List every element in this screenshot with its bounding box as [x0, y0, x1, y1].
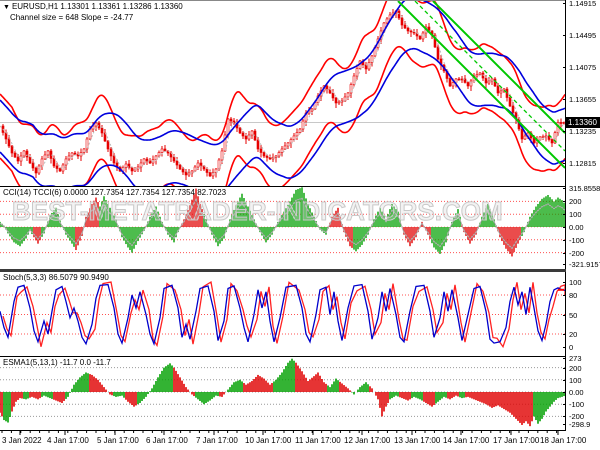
axis-label: 0: [569, 343, 574, 352]
axis-label: 0.00: [569, 223, 584, 232]
time-label: 4 Jan 17:00: [47, 436, 89, 445]
esma-indicator-label: ESMA1(5,13,1) -11.7 0.0 -11.7: [3, 358, 111, 367]
axis-tick: [563, 416, 566, 418]
axis-tick: [563, 252, 566, 254]
time-label: 5 Jan 17:00: [97, 436, 139, 445]
axis-tick: [563, 227, 566, 228]
axis-tick: [563, 264, 566, 265]
axis-tick: [563, 163, 566, 164]
price-chart-canvas[interactable]: [0, 1, 565, 186]
esma-pane[interactable]: ESMA1(5,13,1) -11.7 0.0 -11.7: [0, 357, 565, 430]
axis-tick: [563, 347, 566, 348]
price-axis[interactable]: 1.13360 1.14915 1.14495 1.14075 1.13655 1.13…: [563, 0, 600, 431]
time-axis[interactable]: 3 Jan 2022 4 Jan 17:00 5 Jan 17:00 6 Jan 17…: [0, 431, 600, 450]
axis-label: -321.9157: [569, 260, 600, 269]
time-label: 6 Jan 17:00: [146, 436, 188, 445]
axis-tick: [563, 67, 566, 68]
mt4-chart-window: ▼ EURUSD,H1 1.13301 1.13361 1.13286 1.133…: [0, 0, 600, 450]
axis-label: 100: [569, 210, 582, 220]
time-label: 11 Jan 17:00: [295, 436, 341, 445]
axis-tick: [563, 35, 566, 36]
time-label: 10 Jan 17:00: [245, 436, 292, 445]
cci-pane[interactable]: CCI(14) TCCI(6) 0.0000 127.7354 127.7354…: [0, 187, 565, 269]
axis-label: 0.00: [569, 388, 584, 397]
price-pane[interactable]: ▼ EURUSD,H1 1.13301 1.13361 1.13286 1.133…: [0, 0, 565, 186]
axis-label: 1.14075: [569, 63, 597, 72]
symbol-dropdown-icon[interactable]: ▼: [3, 4, 10, 11]
axis-tick: [563, 314, 566, 316]
axis-tick: [563, 131, 566, 132]
esma-chart-canvas[interactable]: [0, 357, 565, 430]
time-label: 7 Jan 17:00: [196, 436, 238, 445]
chart-plot-area[interactable]: ▼ EURUSD,H1 1.13301 1.13361 1.13286 1.133…: [0, 0, 566, 431]
axis-label: 20: [569, 330, 578, 339]
stochastic-chart-canvas[interactable]: [0, 272, 565, 356]
axis-label: -100: [569, 400, 585, 410]
axis-tick: [563, 188, 566, 189]
cci-chart-canvas[interactable]: [0, 187, 565, 269]
axis-label: 50: [569, 310, 578, 320]
axis-label: -200: [569, 248, 585, 258]
axis-label: 315.8558: [569, 184, 600, 193]
axis-tick: [563, 392, 566, 393]
stochastic-indicator-label: Stoch(5,3,3) 86.5079 90.9490: [3, 273, 109, 282]
time-label: 18 Jan 17:00: [540, 436, 587, 445]
axis-label: 200: [569, 363, 582, 373]
axis-label: -298.9: [569, 420, 591, 429]
axis-label: 1.13655: [569, 95, 597, 104]
axis-label: 1.14495: [569, 31, 597, 40]
axis-tick: [563, 379, 566, 381]
axis-tick: [563, 404, 566, 406]
axis-tick: [563, 295, 566, 296]
axis-label: 1.14915: [569, 0, 597, 8]
symbol-header: ▼ EURUSD,H1 1.13301 1.13361 1.13286 1.133…: [3, 2, 183, 11]
axis-tick: [563, 334, 566, 335]
axis-tick: [563, 214, 566, 216]
time-label: 3 Jan 2022: [2, 436, 42, 445]
axis-tick: [563, 99, 566, 100]
time-label: 14 Jan 17:00: [443, 436, 490, 445]
stochastic-pane[interactable]: Stoch(5,3,3) 86.5079 90.9490: [0, 272, 565, 356]
axis-tick: [563, 3, 566, 4]
axis-label: 80: [569, 291, 578, 300]
axis-label: 1.12815: [569, 159, 597, 168]
axis-label: 100: [569, 278, 582, 287]
axis-label: -100: [569, 235, 585, 245]
axis-label: 273: [569, 354, 582, 363]
cci-indicator-label: CCI(14) TCCI(6) 0.0000 127.7354 127.7354…: [3, 188, 227, 197]
time-label: 13 Jan 17:00: [394, 436, 441, 445]
time-label: 17 Jan 17:00: [493, 436, 540, 445]
axis-tick: [563, 282, 566, 283]
axis-label: 100: [569, 375, 582, 385]
time-label: 12 Jan 17:00: [344, 436, 391, 445]
channel-info-text: Channel size = 648 Slope = -24.77: [10, 13, 134, 22]
axis-tick: [563, 239, 566, 241]
axis-label: 200: [569, 197, 582, 207]
axis-tick: [563, 367, 566, 369]
axis-tick: [563, 424, 566, 425]
axis-label: 1.13235: [569, 127, 597, 136]
symbol-ohlc-text: EURUSD,H1 1.13301 1.13361 1.13286 1.1336…: [11, 2, 183, 11]
axis-tick: [563, 201, 566, 203]
axis-tick: [563, 358, 566, 359]
